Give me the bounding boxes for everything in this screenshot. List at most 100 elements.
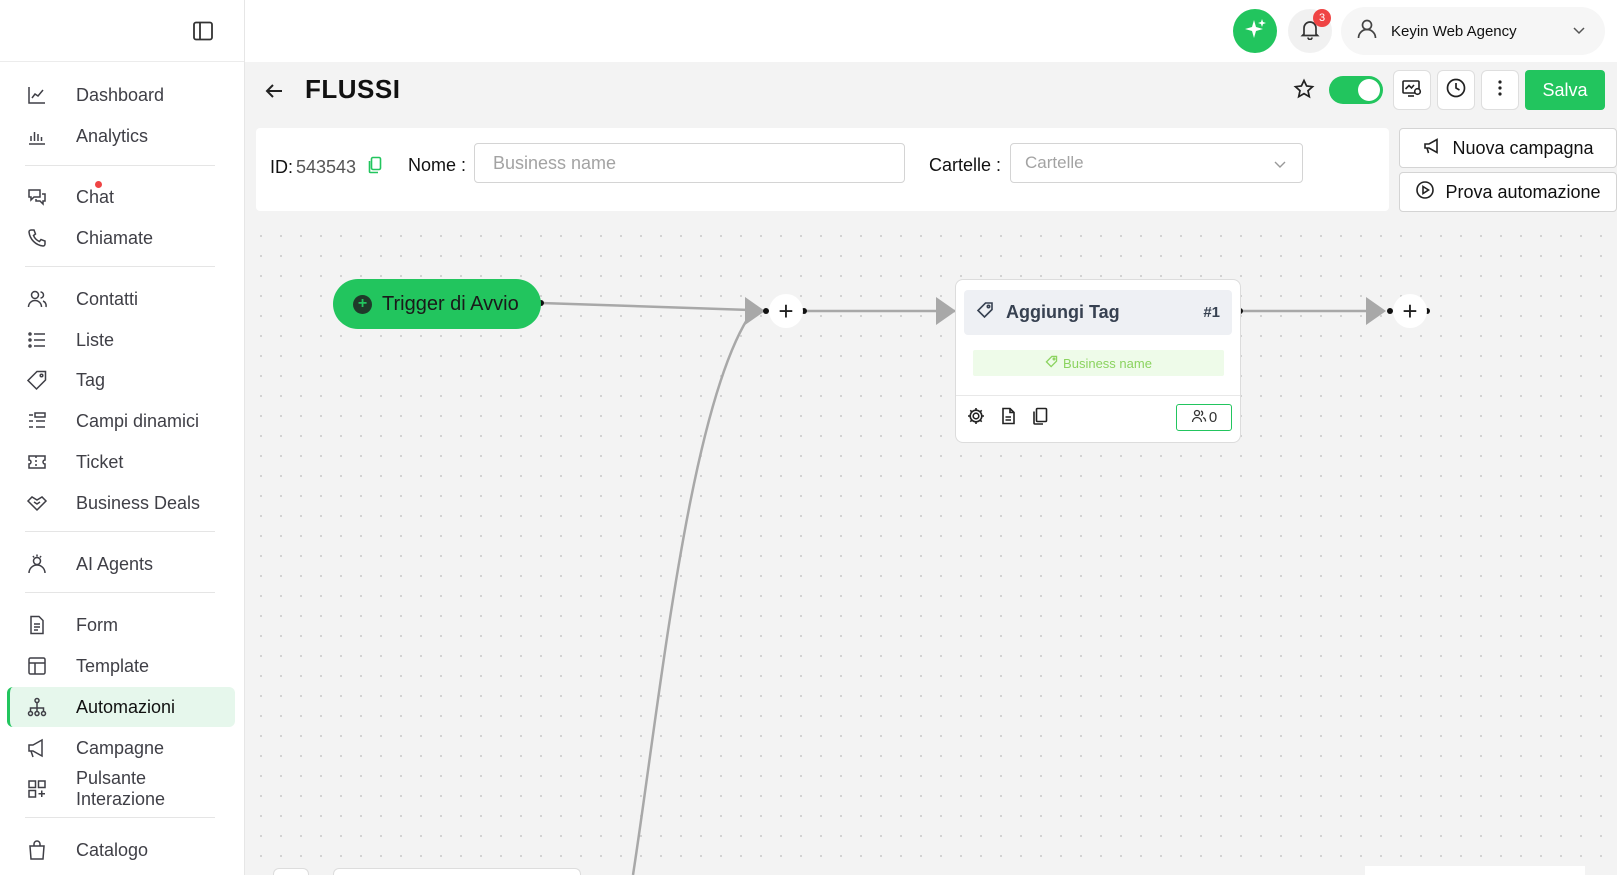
play-circle-icon [1415,180,1435,205]
users-icon [26,288,62,310]
sidebar-item-campi-dinamici[interactable]: Campi dinamici [7,401,235,441]
sidebar-item-label: Chiamate [76,227,154,248]
id-label: ID: [270,157,294,177]
tag-icon [26,369,62,391]
sidebar-item-form[interactable]: Form [7,605,235,645]
tag-icon [1045,355,1058,371]
bar-chart-icon [26,125,62,147]
sidebar-item-label: Dashboard [76,84,165,105]
sidebar-item-contatti[interactable]: Contatti [7,279,235,319]
add-step-button[interactable]: + [769,294,803,328]
sidebar-header [0,0,244,62]
account-name: Keyin Web Agency [1391,22,1517,40]
automation-info-panel: ID: 543543 Nome : Cartelle : Cartelle [256,128,1389,211]
node-tag-label: Business name [1063,355,1152,371]
notification-badge: 3 [1313,9,1331,27]
chevron-down-icon [1571,22,1587,43]
sidebar-item-analytics[interactable]: Analytics [7,116,235,156]
page-title: FLUSSI [305,74,401,104]
history-button[interactable] [1437,70,1475,110]
chevron-down-icon [1272,156,1288,177]
sidebar-item-label: Business Deals [76,492,201,513]
ticket-icon [26,451,62,473]
sidebar-item-label: Tag [76,369,106,390]
node-divider [956,395,1240,396]
dynamic-fields-icon [26,410,62,432]
ai-agent-icon [26,553,62,575]
sidebar-item-label: Catalogo [76,839,149,860]
sidebar-item-label: Campi dinamici [76,410,200,431]
chart-line-icon [26,84,62,106]
node-contacts-count[interactable]: 0 [1176,404,1232,431]
sidebar-item-chiamate[interactable]: Chiamate [7,218,235,258]
notification-dot [95,181,102,188]
megaphone-icon [26,737,62,759]
sidebar-divider [25,531,215,532]
add-tag-node[interactable]: Aggiungi Tag #1 Business name 0 [955,279,1241,443]
plus-circle-icon: + [353,294,372,314]
sidebar-item-campagne[interactable]: Campagne [7,728,235,768]
sidebar-item-dashboard[interactable]: Dashboard [7,75,235,115]
sidebar-item-label: Chat [76,186,115,207]
minimap-panel [1365,866,1585,875]
automation-active-toggle[interactable] [1329,76,1383,104]
contacts-count-value: 0 [1208,409,1218,426]
plus-icon: + [778,296,794,326]
folders-select-value: Cartelle [1025,153,1084,172]
form-icon [26,614,62,636]
trigger-node[interactable]: + Trigger di Avvio [333,279,541,329]
save-button[interactable]: Salva [1525,70,1605,110]
gear-icon[interactable] [966,406,986,431]
sidebar-item-ai-agents[interactable]: AI Agents [7,544,235,584]
sidebar-item-label: Pulsante Interazione [76,768,166,809]
sidebar-item-template[interactable]: Template [7,646,235,686]
name-input[interactable] [474,143,905,183]
more-vertical-icon [1497,78,1503,103]
trigger-label: Trigger di Avvio [382,292,519,315]
sidebar-item-liste[interactable]: Liste [7,320,235,360]
sidebar-item-label: Ticket [76,451,124,472]
sidebar-item-tag[interactable]: Tag [7,360,235,400]
list-icon [26,329,62,351]
sidebar-item-label: Campagne [76,737,165,758]
more-options-button[interactable] [1481,70,1519,110]
sidebar-item-pulsante-interazione[interactable]: Pulsante Interazione [7,768,235,809]
canvas-control[interactable] [273,868,309,875]
back-arrow-icon[interactable] [263,80,285,107]
sidebar-item-catalogo[interactable]: Catalogo [7,830,235,870]
canvas-panel [333,868,581,875]
copy-icon[interactable] [1030,406,1050,431]
user-icon [1355,17,1379,46]
test-automation-label: Prova automazione [1445,181,1601,202]
automation-icon [26,696,62,718]
folders-label: Cartelle : [929,155,1002,175]
new-campaign-label: Nuova campagna [1452,137,1594,158]
copy-icon[interactable] [367,156,383,179]
template-icon [26,655,62,677]
star-icon[interactable] [1293,78,1315,105]
folders-select[interactable]: Cartelle [1010,143,1303,183]
account-menu[interactable]: Keyin Web Agency [1341,7,1605,55]
shopping-bag-icon [26,839,62,861]
add-step-button[interactable]: + [1393,294,1427,328]
sidebar-toggle-icon[interactable] [192,20,214,42]
sidebar-divider [25,817,215,818]
node-header: Aggiungi Tag #1 [964,290,1232,335]
ai-assistant-button[interactable] [1233,9,1277,53]
preview-button[interactable] [1393,70,1431,110]
node-title: Aggiungi Tag [1006,302,1120,322]
sidebar-item-label: Template [76,655,150,676]
sidebar: Dashboard Analytics Chat Chiamate Contatti Li… [0,0,245,875]
document-icon[interactable] [998,406,1018,431]
sidebar-item-label: Liste [76,329,115,350]
id-value: 543543 [296,157,357,177]
sidebar-item-ticket[interactable]: Ticket [7,442,235,482]
plus-icon: + [1402,296,1418,326]
sidebar-item-label: Contatti [76,288,139,309]
new-campaign-button[interactable]: Nuova campagna [1399,128,1617,168]
sidebar-item-business-deals[interactable]: Business Deals [7,483,235,523]
sparkle-icon [1242,16,1268,47]
test-automation-button[interactable]: Prova automazione [1399,172,1617,212]
sidebar-item-chat[interactable]: Chat [7,177,235,217]
sidebar-item-automazioni[interactable]: Automazioni [7,687,235,727]
